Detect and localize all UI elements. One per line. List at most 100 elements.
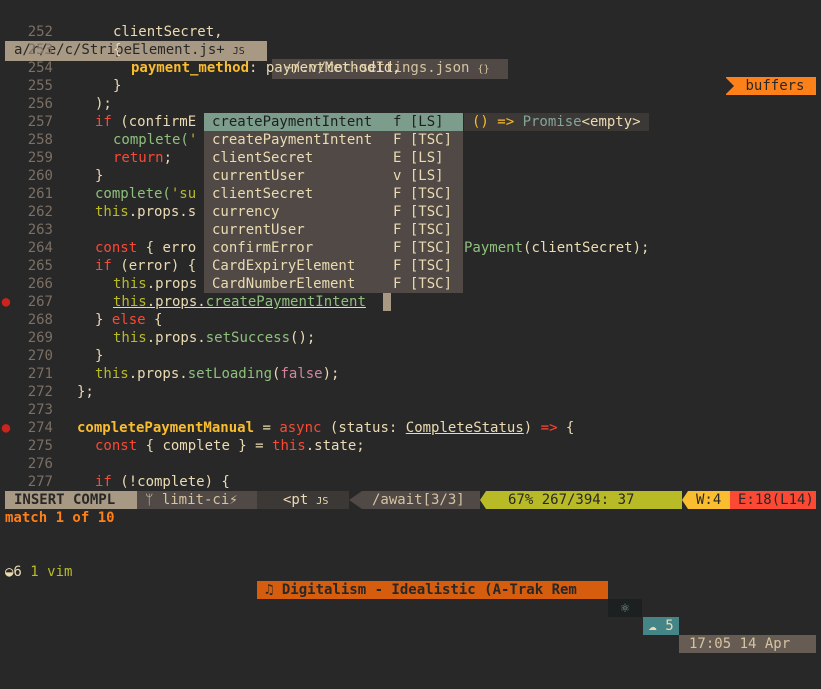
clock: 17:05 14 Apr <box>679 635 816 653</box>
code-line-tail: Payment(clientSecret); <box>464 239 649 257</box>
line-number: 270 <box>27 348 53 364</box>
code-line: } <box>113 78 122 94</box>
javascript-icon: JS <box>316 496 329 507</box>
code-text: ) <box>523 420 541 436</box>
code-text: { <box>145 312 163 328</box>
react-icon: ⚛ <box>608 599 642 617</box>
completion-item[interactable]: currentUser v [LS] <box>204 167 463 185</box>
code-line: complete('su <box>95 185 196 203</box>
completion-name: clientSecret <box>212 186 314 202</box>
keyword: const <box>95 240 138 256</box>
buffers-indicator[interactable]: buffers <box>725 77 816 95</box>
completion-kind: E [LS] <box>393 150 444 166</box>
separator-icon <box>349 491 362 509</box>
code-text: = <box>254 420 280 436</box>
window-name: 1 vim <box>30 564 73 580</box>
completion-kind: F [TSC] <box>393 186 453 202</box>
code-line: if (!complete) { <box>95 473 230 491</box>
now-playing: ♫ Digitalism - Idealistic (A-Trak Rem <box>257 581 608 599</box>
string: 'su <box>170 186 197 202</box>
code-text: { complete } = <box>137 438 273 454</box>
code-text: ); <box>322 366 340 382</box>
line-number: 269 <box>27 330 53 346</box>
code-text: (!complete) { <box>111 474 230 490</box>
keyword: else <box>111 312 146 328</box>
completion-item[interactable]: CardExpiryElement F [TSC] <box>204 257 463 275</box>
session-id: ◒6 <box>5 564 22 580</box>
completion-item[interactable]: clientSecret E [LS] <box>204 149 463 167</box>
json-icon: {} <box>477 64 490 75</box>
method-name: setLoading <box>187 366 273 382</box>
completion-kind: v [LS] <box>393 168 444 184</box>
line-number: 272 <box>27 384 53 400</box>
code-line: const { complete } = this.state; <box>95 437 365 455</box>
completion-kind: F [TSC] <box>393 276 453 292</box>
function-call: complete( <box>95 186 171 202</box>
code-line: complete(' <box>113 131 197 149</box>
completion-item[interactable]: clientSecret F [TSC] <box>204 185 463 203</box>
completion-name: currentUser <box>212 222 305 238</box>
code-text: : paymentMethodId, <box>249 60 401 76</box>
line-number: 267 <box>27 294 53 310</box>
line-number: 257 <box>27 114 53 130</box>
completion-item[interactable]: currency F [TSC] <box>204 203 463 221</box>
current-function: /await[3/3] <box>362 491 480 509</box>
completion-kind: f [LS] <box>393 114 444 130</box>
function-call: Payment <box>464 240 524 256</box>
line-number: 273 <box>27 402 53 418</box>
line-number: 274 <box>27 420 53 436</box>
function-call: complete( <box>113 132 189 148</box>
code-text: .props <box>146 276 198 292</box>
completion-kind: F [TSC] <box>393 222 453 238</box>
line-number: 263 <box>27 222 53 238</box>
completion-item[interactable]: confirmError F [TSC] <box>204 239 463 257</box>
keyword: if <box>95 114 112 130</box>
completion-item-selected[interactable]: createPaymentIntent f [LS] <box>204 113 463 131</box>
signature-params: () <box>472 114 489 130</box>
line-number: 277 <box>27 474 53 490</box>
line-number: 256 <box>27 96 53 112</box>
completion-menu[interactable]: createPaymentIntent f [LS] createPaymentI… <box>204 113 463 293</box>
code-line: } else { <box>95 311 162 329</box>
completion-item[interactable]: createPaymentIntent F [TSC] <box>204 131 463 149</box>
code-line: if (confirmE <box>95 113 196 131</box>
completion-item[interactable]: currentUser F [TSC] <box>204 221 463 239</box>
keyword: const <box>95 438 138 454</box>
method-definition: completePaymentManual <box>77 420 255 436</box>
code-text: ; <box>163 150 173 166</box>
line-number: 268 <box>27 312 53 328</box>
tabline: a/r/e/c/StripeElement.js+ JS ~/.v/coc-set… <box>0 5 821 95</box>
code-text: (); <box>290 330 316 346</box>
this-keyword: this <box>272 438 306 454</box>
code-text: .props. <box>128 366 188 382</box>
line-number: 258 <box>27 132 53 148</box>
completion-name: CardExpiryElement <box>212 258 356 274</box>
code-line: return; <box>113 149 172 167</box>
code-line: ); <box>95 96 112 112</box>
tmux-statusbar: ◒6 1 vim ♫ Digitalism - Idealistic (A-Tr… <box>0 527 821 653</box>
line-number: 253 <box>27 42 53 58</box>
line-number: 262 <box>27 204 53 220</box>
code-text: (clientSecret); <box>523 240 650 256</box>
completion-name: CardNumberElement <box>212 276 356 292</box>
line-number: 265 <box>27 258 53 274</box>
keyword: if <box>95 474 112 490</box>
line-number: 261 <box>27 186 53 202</box>
completion-kind: F [TSC] <box>393 204 453 220</box>
this-keyword: this <box>113 294 147 310</box>
line-number: 259 <box>27 150 53 166</box>
file-indicator: <pt JS <box>257 491 349 509</box>
warning-count[interactable]: W:4 <box>688 491 730 509</box>
completion-item[interactable]: CardNumberElement F [TSC] <box>204 275 463 293</box>
code-text: (confirmE <box>111 114 197 130</box>
code-line: } <box>95 168 104 184</box>
error-count[interactable]: E:18(L14) <box>730 491 816 509</box>
line-number: 276 <box>27 456 53 472</box>
signature-return-type: Promise <box>522 114 582 130</box>
line-number: 255 <box>27 78 53 94</box>
keyword: async <box>279 420 322 436</box>
code-line: this.props.createPaymentIntent <box>113 293 366 311</box>
code-line: if (error) { <box>95 257 196 275</box>
tmux-session[interactable]: ◒6 1 vim <box>5 563 72 581</box>
weather-icon: ☁ 5 <box>643 617 679 635</box>
